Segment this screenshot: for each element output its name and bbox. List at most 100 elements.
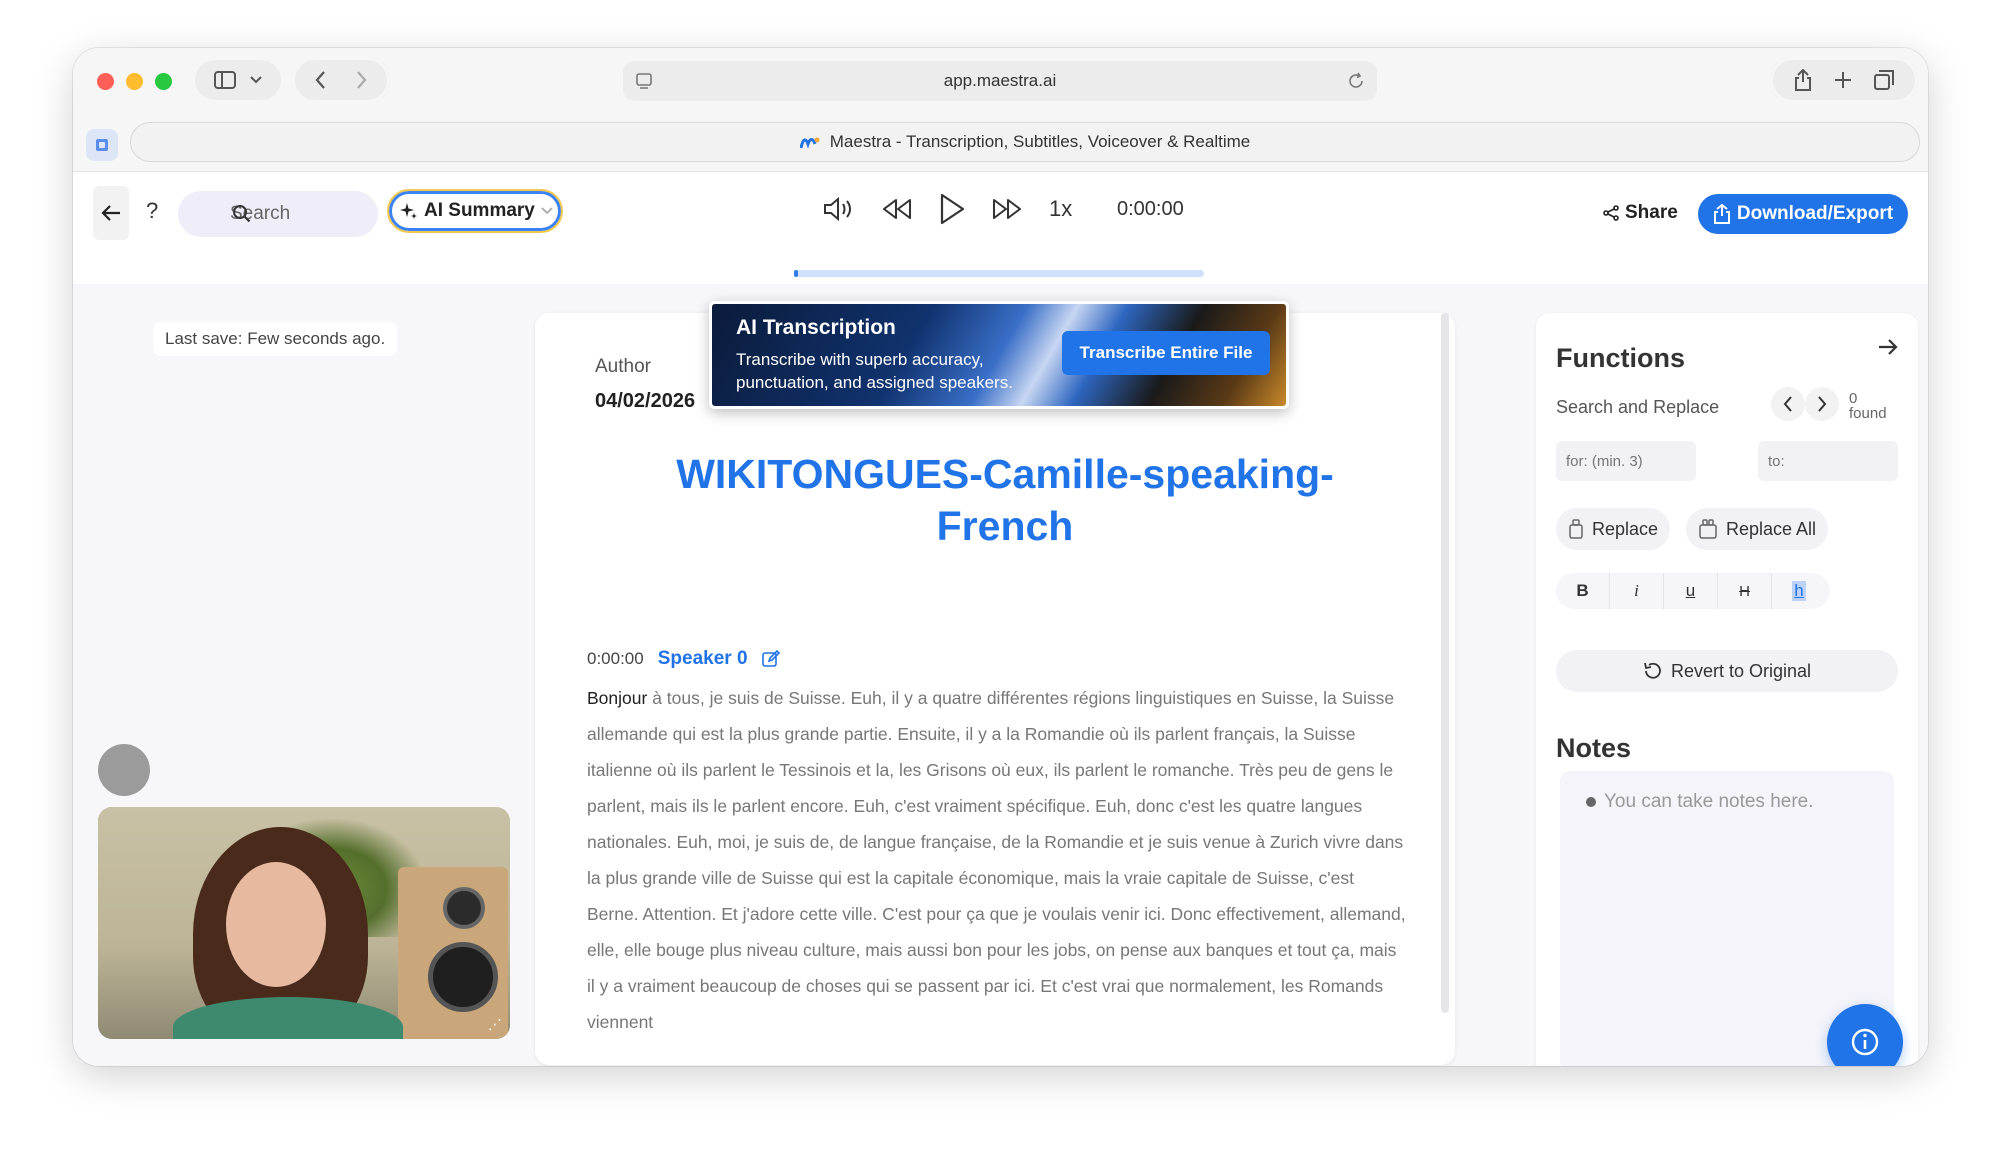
download-export-button[interactable]: Download/Export — [1698, 194, 1908, 234]
italic-button[interactable]: i — [1610, 573, 1664, 609]
playback-time: 0:00:00 — [1117, 197, 1184, 220]
nav-back-forward — [295, 60, 387, 100]
share-label: Share — [1625, 202, 1678, 223]
browser-titlebar: app.maestra.ai — [73, 48, 1928, 112]
chevron-down-icon — [541, 207, 553, 215]
resize-handle-icon[interactable]: ⋰ — [488, 1016, 502, 1033]
find-input[interactable] — [1556, 441, 1696, 481]
functions-title: Functions — [1556, 343, 1685, 373]
sidebar-toggle-button[interactable] — [195, 60, 281, 100]
notes-placeholder: You can take notes here. — [1586, 791, 1814, 813]
notes-title: Notes — [1556, 733, 1632, 763]
replace-all-button[interactable]: Replace All — [1686, 508, 1829, 550]
forward-chevron-icon[interactable] — [356, 71, 367, 89]
video-preview[interactable]: ⋰ — [98, 807, 510, 1039]
address-bar[interactable]: app.maestra.ai — [623, 61, 1377, 101]
share-icon — [1603, 205, 1619, 221]
zoom-window-button[interactable] — [155, 73, 172, 90]
browser-window: app.maestra.ai Maestra - Transcription, … — [73, 48, 1928, 1066]
revert-icon — [1644, 662, 1661, 679]
minimize-window-button[interactable] — [126, 73, 143, 90]
revert-label: Revert to Original — [1670, 660, 1812, 681]
search-replace-label: Search and Replace — [1556, 397, 1720, 417]
edit-icon[interactable] — [761, 650, 780, 668]
highlight-button[interactable]: h — [1772, 573, 1826, 609]
replace-all-label: Replace All — [1726, 518, 1817, 539]
last-save-status: Last save: Few seconds ago. — [153, 322, 398, 356]
url-text: app.maestra.ai — [943, 71, 1057, 90]
segment-timestamp[interactable]: 0:00:00 — [587, 649, 644, 669]
next-match-button[interactable] — [1805, 387, 1839, 421]
bold-button[interactable]: B — [1556, 573, 1610, 609]
tab-title: Maestra - Transcription, Subtitles, Voic… — [829, 132, 1251, 151]
segment-body: à tous, je suis de Suisse. Euh, il y a q… — [587, 688, 1406, 1032]
banner-text: Transcribe with superb accuracy, punctua… — [736, 350, 1013, 392]
share-button[interactable]: Share — [1603, 202, 1678, 224]
transcript-editor: Author 04/02/2026 WIKITONGUES-Camille-sp… — [535, 313, 1455, 1065]
replace-button[interactable]: Replace — [1556, 508, 1671, 550]
document-date: 04/02/2026 — [595, 390, 696, 412]
upload-icon — [1713, 204, 1730, 224]
ai-transcription-banner: AI Transcription Transcribe with superb … — [709, 301, 1289, 409]
previous-match-button[interactable] — [1771, 387, 1805, 421]
volume-icon[interactable] — [823, 196, 855, 222]
play-icon[interactable] — [939, 193, 965, 225]
media-player-controls: 1x 0:00:00 — [823, 184, 1184, 234]
playback-progress-bar[interactable] — [794, 270, 1204, 277]
page-settings-icon[interactable] — [635, 72, 653, 90]
progress-fill — [794, 270, 798, 277]
close-window-button[interactable] — [97, 73, 114, 90]
current-word[interactable]: Bonjour — [587, 688, 647, 708]
strikethrough-button[interactable]: H — [1718, 573, 1772, 609]
help-button[interactable]: ? — [146, 198, 158, 224]
editor-scrollbar[interactable] — [1441, 313, 1449, 1013]
browser-actions — [1773, 60, 1915, 100]
replace-label: Replace — [1592, 518, 1659, 539]
bullet-icon — [1586, 797, 1596, 807]
back-button[interactable] — [93, 186, 129, 240]
ai-summary-button[interactable]: AI Summary — [387, 189, 563, 233]
download-label: Download/Export — [1736, 203, 1894, 224]
speaker-avatar — [98, 744, 150, 796]
underline-button[interactable]: u — [1664, 573, 1718, 609]
fast-forward-icon[interactable] — [991, 197, 1023, 221]
arrow-left-icon — [101, 205, 120, 221]
arrow-right-icon[interactable] — [1878, 338, 1898, 356]
replace-input[interactable] — [1758, 441, 1898, 481]
back-chevron-icon[interactable] — [315, 71, 326, 89]
sidebar-icon — [214, 71, 236, 89]
banner-title: AI Transcription — [736, 316, 896, 339]
workspace: Last save: Few seconds ago. ⋰ Author 04/… — [73, 284, 1928, 1066]
author-label: Author — [595, 356, 651, 377]
replace-all-icon — [1699, 519, 1717, 539]
functions-panel: Functions Search and Replace 0found Repl… — [1536, 313, 1918, 1066]
search-icon — [233, 205, 251, 223]
reload-icon[interactable] — [1347, 72, 1365, 90]
maestra-logo-icon — [799, 137, 820, 149]
chevron-left-icon — [1783, 396, 1792, 412]
replace-icon — [1569, 519, 1583, 539]
segment-header: 0:00:00 Speaker 0 — [587, 648, 780, 670]
share-sheet-icon[interactable] — [1794, 69, 1812, 91]
search-button[interactable]: Search — [178, 191, 378, 237]
tab-overview-icon[interactable] — [1874, 70, 1894, 90]
found-count: 0 found — [1849, 390, 1887, 422]
info-icon — [1851, 1028, 1879, 1056]
extension-icon[interactable] — [86, 129, 118, 161]
format-toolbar: B i u H h — [1556, 573, 1830, 609]
chevron-down-icon — [250, 76, 262, 84]
new-tab-icon[interactable] — [1834, 71, 1852, 89]
chevron-right-icon — [1818, 396, 1827, 412]
browser-tabbar: Maestra - Transcription, Subtitles, Voic… — [73, 112, 1928, 172]
speaker-name[interactable]: Speaker 0 — [658, 648, 748, 670]
rewind-icon[interactable] — [881, 197, 913, 221]
ai-summary-label: AI Summary — [424, 200, 535, 221]
transcribe-entire-file-button[interactable]: Transcribe Entire File — [1062, 331, 1270, 375]
app-header: ? Search AI Summary 1x 0:00:00 Share Dow… — [73, 172, 1928, 284]
segment-text[interactable]: Bonjour à tous, je suis de Suisse. Euh, … — [587, 680, 1407, 1040]
sparkle-icon — [400, 203, 417, 219]
playback-speed-button[interactable]: 1x — [1049, 196, 1085, 222]
active-tab[interactable]: Maestra - Transcription, Subtitles, Voic… — [130, 122, 1920, 162]
document-title[interactable]: WIKITONGUES-Camille-speaking-French — [615, 448, 1395, 552]
revert-to-original-button[interactable]: Revert to Original — [1556, 650, 1898, 692]
